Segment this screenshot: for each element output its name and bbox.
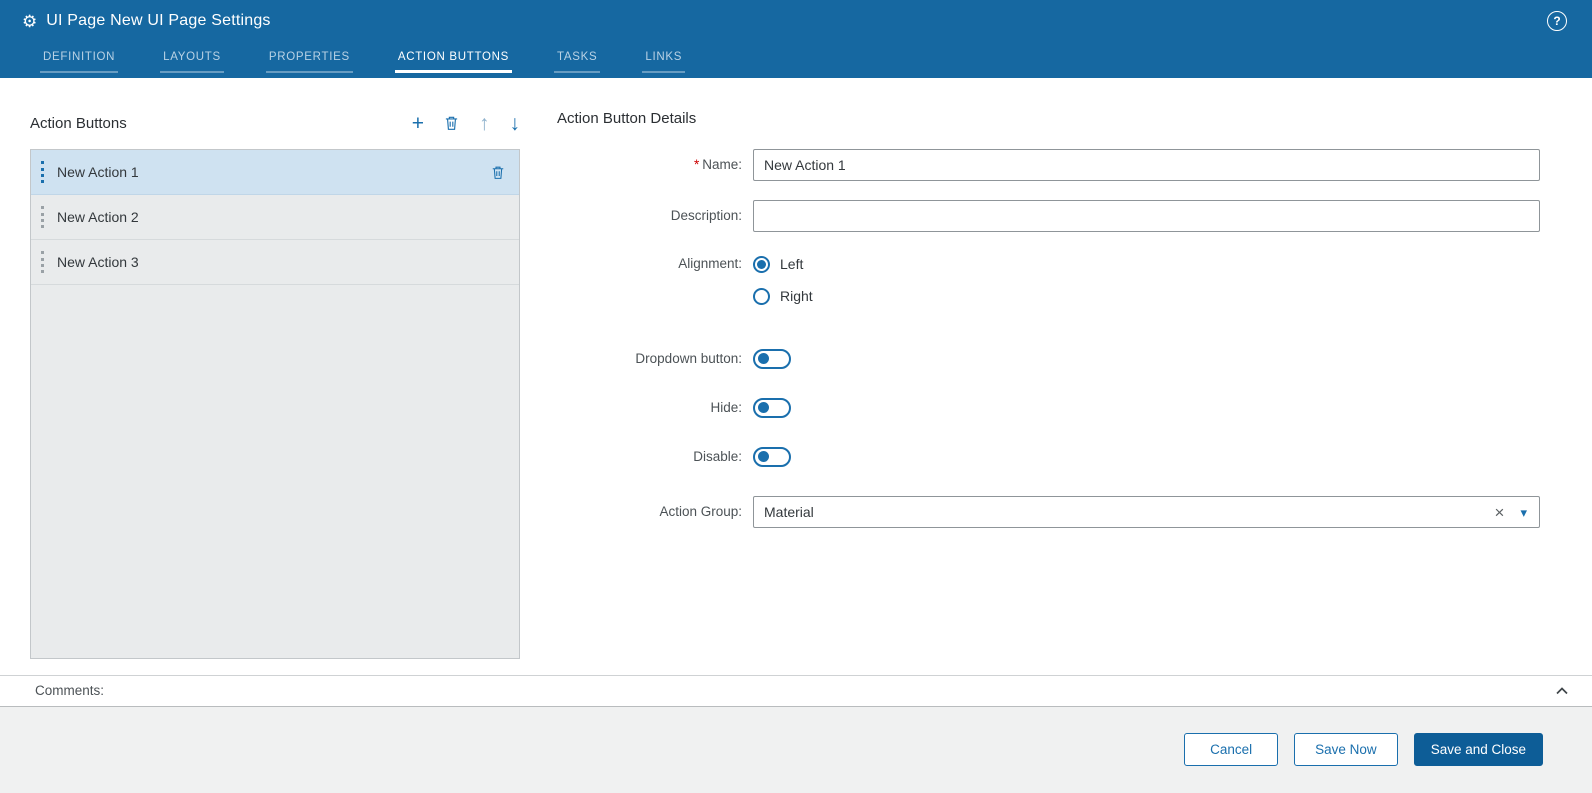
alignment-label: Alignment: [557, 251, 753, 277]
comments-section[interactable]: Comments: [0, 675, 1592, 707]
tab-layouts[interactable]: LAYOUTS [160, 50, 224, 73]
page-title: UI Page New UI Page Settings [46, 12, 270, 30]
disable-label: Disable: [557, 447, 753, 467]
hide-toggle[interactable] [753, 398, 791, 418]
action-buttons-panel: Action Buttons + ↑ ↓ New Action 1 New [30, 110, 520, 675]
move-up-button[interactable]: ↑ [479, 113, 490, 134]
action-group-select[interactable]: Material × ▾ [753, 496, 1540, 528]
action-button-details-panel: Action Button Details *Name: Description… [557, 110, 1540, 675]
radio-left[interactable] [753, 256, 770, 273]
action-group-value: Material [764, 504, 1495, 520]
list-item-label: New Action 1 [57, 164, 139, 180]
delete-item-icon[interactable] [491, 165, 505, 180]
action-buttons-header: Action Buttons + ↑ ↓ [30, 110, 520, 136]
drag-handle-icon[interactable] [41, 161, 44, 183]
chevron-up-icon[interactable] [1554, 683, 1570, 699]
dropdown-button-row: Dropdown button: [557, 349, 1540, 369]
description-input[interactable] [753, 200, 1540, 232]
tab-links[interactable]: LINKS [642, 50, 685, 73]
chevron-down-icon[interactable]: ▾ [1520, 506, 1527, 519]
radio-right-label: Right [780, 288, 813, 304]
footer-bar: Cancel Save Now Save and Close [0, 707, 1592, 793]
tab-tasks[interactable]: TASKS [554, 50, 600, 73]
gear-icon: ⚙ [22, 13, 37, 30]
required-marker: * [694, 157, 699, 172]
description-label: Description: [557, 200, 753, 232]
action-buttons-title: Action Buttons [30, 115, 127, 132]
dropdown-button-label: Dropdown button: [557, 349, 753, 369]
dropdown-button-toggle[interactable] [753, 349, 791, 369]
add-action-button[interactable]: + [412, 113, 424, 134]
clear-selection-icon[interactable]: × [1495, 504, 1505, 521]
move-down-button[interactable]: ↓ [510, 113, 521, 134]
tab-action-buttons[interactable]: ACTION BUTTONS [395, 50, 512, 73]
radio-left-label: Left [780, 256, 803, 272]
list-item-new-action-3[interactable]: New Action 3 [31, 240, 519, 285]
alignment-row: Alignment: Left Right [557, 251, 1540, 315]
description-row: Description: [557, 200, 1540, 232]
hide-label: Hide: [557, 398, 753, 418]
tab-definition[interactable]: DEFINITION [40, 50, 118, 73]
list-item-new-action-2[interactable]: New Action 2 [31, 195, 519, 240]
name-row: *Name: [557, 149, 1540, 181]
app-header: ⚙ UI Page New UI Page Settings ? [0, 0, 1592, 42]
hide-row: Hide: [557, 398, 1540, 418]
name-input[interactable] [753, 149, 1540, 181]
drag-handle-icon[interactable] [41, 251, 44, 273]
list-item-label: New Action 2 [57, 209, 139, 225]
list-item-label: New Action 3 [57, 254, 139, 270]
save-and-close-button[interactable]: Save and Close [1414, 733, 1543, 766]
action-group-label: Action Group: [557, 496, 753, 528]
list-toolbar: + ↑ ↓ [412, 113, 520, 134]
tabs-bar: DEFINITION LAYOUTS PROPERTIES ACTION BUT… [0, 42, 1592, 78]
save-now-button[interactable]: Save Now [1294, 733, 1398, 766]
list-item-new-action-1[interactable]: New Action 1 [31, 150, 519, 195]
details-form: *Name: Description: Alignment: Left [557, 149, 1540, 547]
radio-right[interactable] [753, 288, 770, 305]
help-icon[interactable]: ? [1547, 11, 1567, 31]
action-buttons-list: New Action 1 New Action 2 New Action 3 [30, 149, 520, 659]
alignment-option-left[interactable]: Left [753, 251, 1540, 277]
main-content: Action Buttons + ↑ ↓ New Action 1 New [0, 78, 1592, 675]
disable-row: Disable: [557, 447, 1540, 467]
delete-action-button[interactable] [444, 115, 459, 131]
drag-handle-icon[interactable] [41, 206, 44, 228]
cancel-button[interactable]: Cancel [1184, 733, 1278, 766]
details-title: Action Button Details [557, 110, 1540, 136]
tab-properties[interactable]: PROPERTIES [266, 50, 353, 73]
action-group-row: Action Group: Material × ▾ [557, 496, 1540, 528]
name-label: *Name: [557, 149, 753, 181]
disable-toggle[interactable] [753, 447, 791, 467]
alignment-option-right[interactable]: Right [753, 283, 1540, 309]
comments-label: Comments: [35, 683, 104, 698]
